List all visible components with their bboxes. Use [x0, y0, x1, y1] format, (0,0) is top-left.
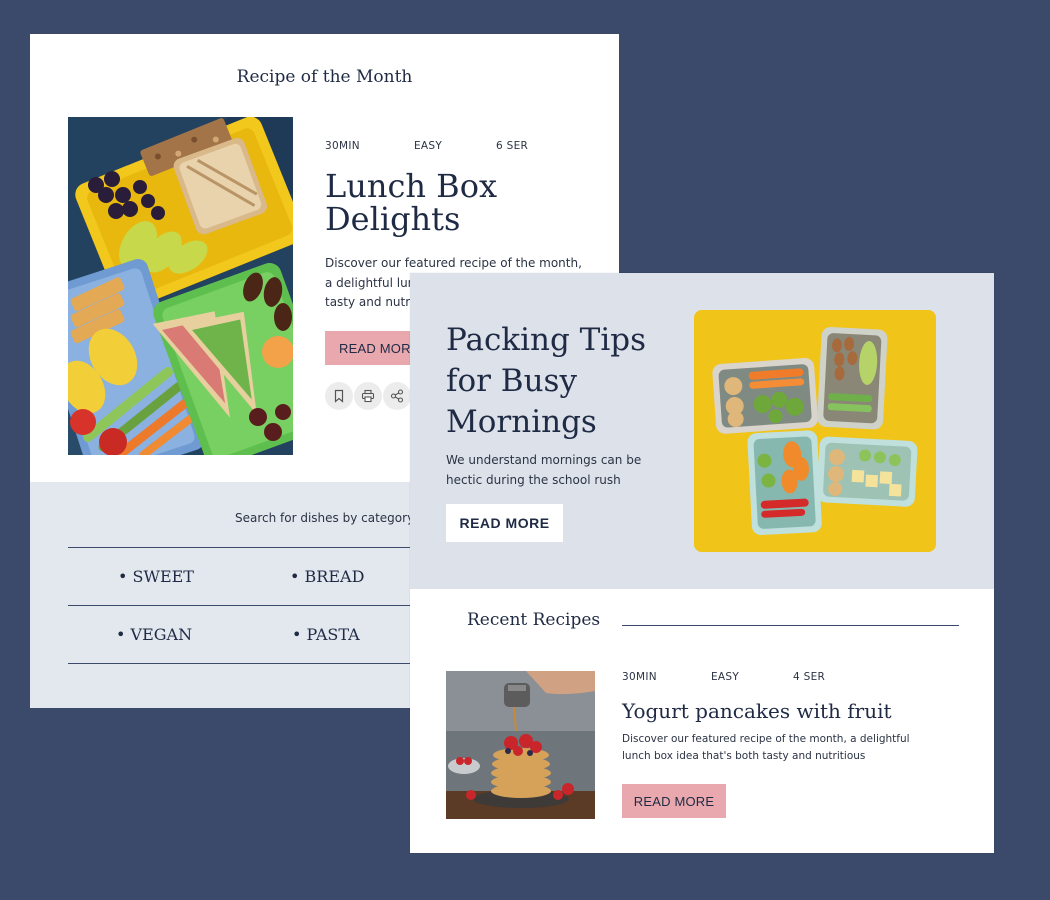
bookmark-icon[interactable] — [325, 382, 353, 410]
recipe-title: Lunch Box Delights — [325, 167, 497, 238]
category-sweet[interactable]: • SWEET — [118, 567, 194, 586]
section-title: Recipe of the Month — [236, 67, 413, 87]
packing-tips-description: We understand mornings can be hectic dur… — [446, 453, 642, 487]
read-more-button[interactable]: READ MORE — [622, 784, 726, 818]
category-search-prompt: Search for dishes by category — [235, 511, 415, 525]
meta-difficulty: EASY — [414, 140, 443, 152]
meta-time: 30MIN — [325, 140, 360, 152]
divider — [622, 625, 959, 626]
recipe-description: Discover our featured recipe of the mont… — [622, 733, 910, 762]
print-icon[interactable] — [354, 382, 382, 410]
meta-time: 30MIN — [622, 671, 657, 683]
lunch-box-image[interactable] — [68, 117, 293, 455]
read-more-button[interactable]: READ MORE — [446, 504, 563, 542]
meta-servings: 4 SER — [793, 671, 826, 683]
packing-tips-title: Packing Tips for Busy Mornings — [446, 322, 647, 440]
packing-tips-hero: Packing Tips for Busy Mornings We unders… — [410, 273, 994, 589]
meta-servings: 6 SER — [496, 140, 529, 152]
pancake-image[interactable] — [446, 671, 595, 819]
packing-tips-card: Packing Tips for Busy Mornings We unders… — [410, 273, 994, 853]
category-bread[interactable]: • BREAD — [290, 567, 364, 586]
share-icon[interactable] — [383, 382, 411, 410]
category-vegan[interactable]: • VEGAN — [116, 625, 192, 644]
recent-recipes-heading: Recent Recipes — [467, 610, 601, 630]
packing-tips-image[interactable] — [694, 310, 936, 552]
category-pasta[interactable]: • PASTA — [292, 625, 360, 644]
recipe-title[interactable]: Yogurt pancakes with fruit — [622, 699, 892, 723]
meta-difficulty: EASY — [711, 671, 740, 683]
